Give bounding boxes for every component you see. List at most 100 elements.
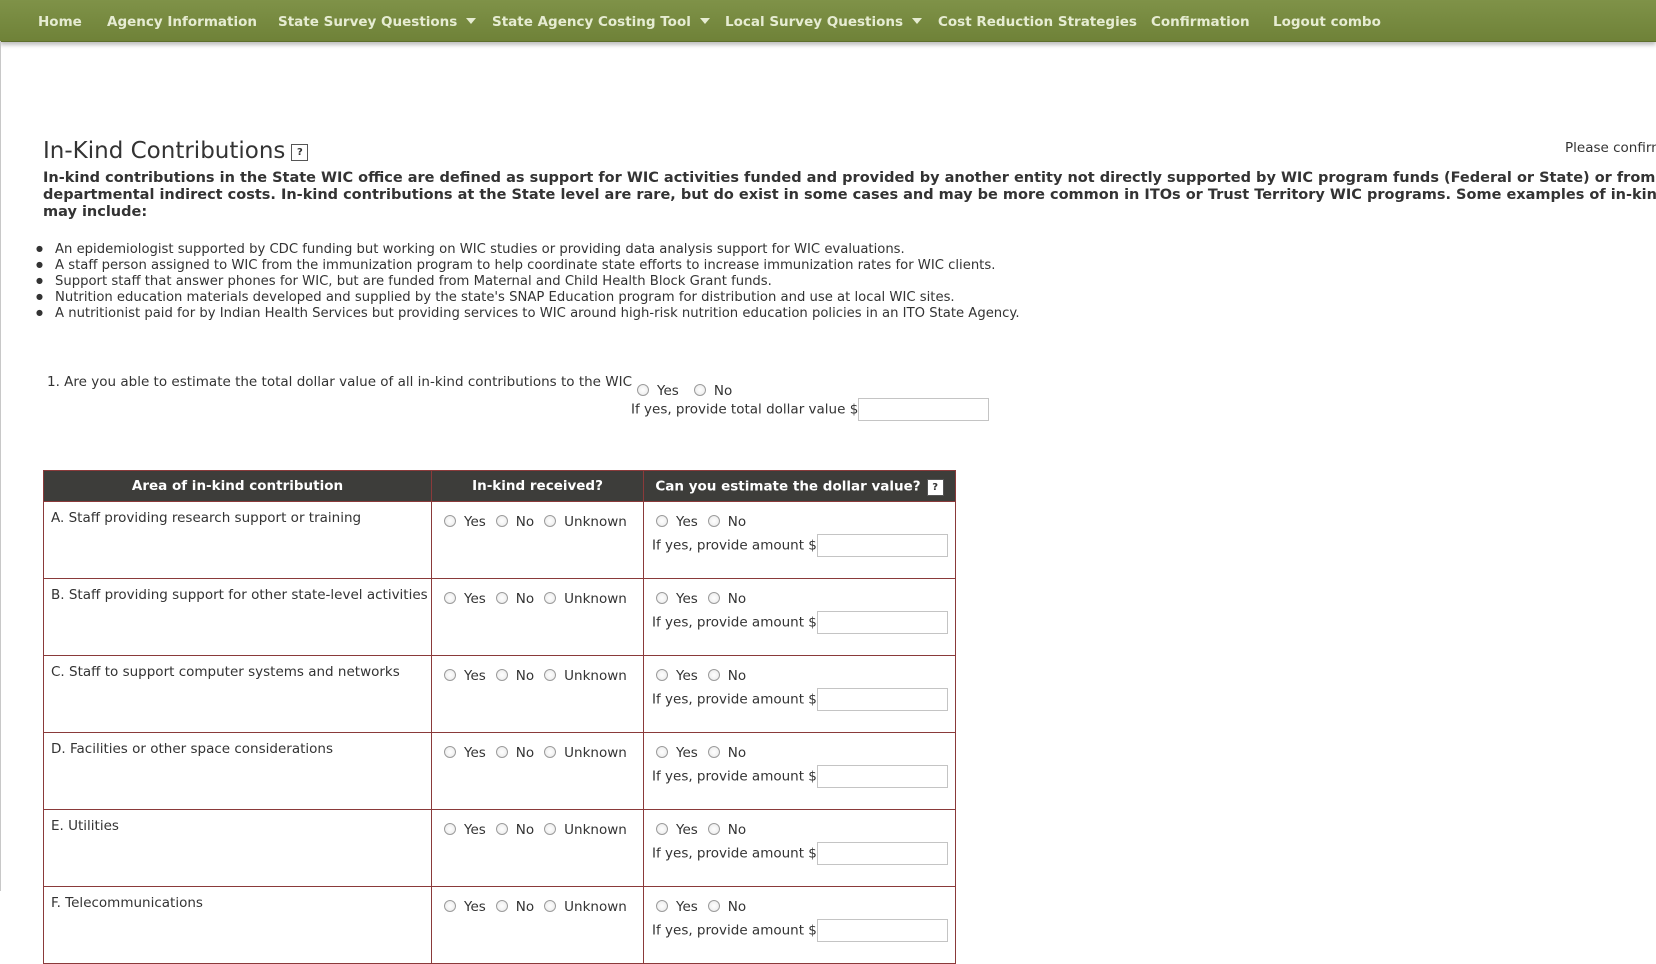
nav-confirmation[interactable]: Confirmation bbox=[1151, 14, 1250, 30]
header-area: Area of in-kind contribution bbox=[43, 470, 432, 502]
amount-label: If yes, provide amount $ bbox=[652, 537, 817, 554]
q1-yes-label: Yes bbox=[657, 383, 679, 399]
received-no-radio[interactable] bbox=[495, 669, 508, 681]
nav-label: State Survey Questions bbox=[278, 14, 458, 30]
table-row: C. Staff to support computer systems and… bbox=[43, 655, 956, 733]
received-unknown-radio[interactable] bbox=[544, 900, 557, 912]
estimate-yes-radio[interactable] bbox=[656, 823, 668, 835]
list-item: An epidemiologist supported by CDC fundi… bbox=[36, 241, 1020, 257]
nav-label: Local Survey Questions bbox=[725, 14, 904, 30]
received-no-label: No bbox=[515, 899, 535, 915]
estimate-cell: Yes No If yes, provide amount $ bbox=[643, 886, 956, 964]
top-navigation-bar: Home Agency Information State Survey Que… bbox=[0, 0, 1656, 42]
received-yes-radio[interactable] bbox=[444, 592, 456, 604]
received-no-label: No bbox=[515, 591, 535, 607]
nav-home[interactable]: Home bbox=[38, 14, 82, 30]
estimate-yes-radio[interactable] bbox=[656, 900, 668, 912]
amount-input[interactable] bbox=[816, 765, 948, 788]
received-no-label: No bbox=[515, 745, 535, 761]
chevron-down-icon bbox=[912, 18, 923, 24]
area-cell: A. Staff providing research support or t… bbox=[43, 501, 432, 579]
estimate-no-radio[interactable] bbox=[707, 746, 720, 758]
question-1-amount: If yes, provide total dollar value $ bbox=[631, 398, 990, 421]
estimate-cell: Yes No If yes, provide amount $ bbox=[643, 809, 956, 887]
estimate-yes-radio[interactable] bbox=[656, 515, 668, 527]
received-yes-radio[interactable] bbox=[444, 746, 456, 758]
received-yes-radio[interactable] bbox=[444, 823, 456, 835]
estimate-yes-label: Yes bbox=[676, 514, 698, 530]
amount-input[interactable] bbox=[816, 611, 948, 634]
estimate-cell: Yes No If yes, provide amount $ bbox=[643, 578, 956, 656]
help-icon[interactable]: ? bbox=[926, 478, 944, 496]
estimate-no-label: No bbox=[727, 668, 747, 684]
received-no-radio[interactable] bbox=[495, 823, 508, 835]
amount-input[interactable] bbox=[816, 842, 948, 865]
received-unknown-radio[interactable] bbox=[544, 515, 557, 527]
help-icon[interactable]: ? bbox=[291, 144, 309, 161]
area-cell: C. Staff to support computer systems and… bbox=[43, 655, 432, 733]
estimate-yes-label: Yes bbox=[676, 668, 698, 684]
received-yes-label: Yes bbox=[464, 745, 486, 761]
estimate-no-radio[interactable] bbox=[707, 669, 720, 681]
page-left-border bbox=[0, 41, 1, 891]
estimate-no-radio[interactable] bbox=[707, 515, 720, 527]
received-unknown-label: Unknown bbox=[564, 668, 627, 684]
estimate-yes-radio[interactable] bbox=[656, 746, 668, 758]
examples-list: An epidemiologist supported by CDC fundi… bbox=[36, 241, 1020, 321]
list-item: A nutritionist paid for by Indian Health… bbox=[36, 305, 1020, 321]
received-no-radio[interactable] bbox=[495, 515, 508, 527]
received-unknown-label: Unknown bbox=[564, 591, 627, 607]
received-no-radio[interactable] bbox=[495, 900, 508, 912]
received-unknown-radio[interactable] bbox=[544, 823, 557, 835]
received-yes-radio[interactable] bbox=[444, 900, 456, 912]
amount-input[interactable] bbox=[816, 919, 948, 942]
nav-agency-information[interactable]: Agency Information bbox=[107, 14, 257, 30]
chevron-down-icon bbox=[466, 18, 477, 24]
received-no-radio[interactable] bbox=[495, 592, 508, 604]
estimate-no-label: No bbox=[727, 899, 747, 915]
nav-logout[interactable]: Logout combo bbox=[1273, 14, 1381, 30]
received-yes-radio[interactable] bbox=[444, 669, 456, 681]
intro-line: may include: bbox=[43, 204, 148, 220]
received-unknown-radio[interactable] bbox=[544, 592, 557, 604]
received-yes-label: Yes bbox=[464, 668, 486, 684]
intro-paragraph: In-kind contributions in the State WIC o… bbox=[43, 170, 1656, 221]
estimate-no-radio[interactable] bbox=[707, 592, 720, 604]
estimate-yes-label: Yes bbox=[676, 745, 698, 761]
q1-amount-label: If yes, provide total dollar value $ bbox=[631, 401, 859, 418]
received-unknown-label: Unknown bbox=[564, 822, 627, 838]
estimate-yes-label: Yes bbox=[676, 899, 698, 915]
nav-label: State Agency Costing Tool bbox=[492, 14, 691, 30]
header-estimate: Can you estimate the dollar value?? bbox=[643, 470, 956, 502]
estimate-yes-radio[interactable] bbox=[656, 669, 668, 681]
estimate-cell: Yes No If yes, provide amount $ bbox=[643, 501, 956, 579]
estimate-no-radio[interactable] bbox=[707, 823, 720, 835]
table-row: A. Staff providing research support or t… bbox=[43, 501, 956, 579]
q1-amount-input[interactable] bbox=[858, 398, 990, 421]
amount-input[interactable] bbox=[816, 534, 948, 557]
estimate-no-radio[interactable] bbox=[707, 900, 720, 912]
nav-state-agency-costing-tool[interactable]: State Agency Costing Tool bbox=[492, 14, 710, 30]
area-cell: F. Telecommunications bbox=[43, 886, 432, 964]
nav-state-survey-questions[interactable]: State Survey Questions bbox=[278, 14, 477, 30]
received-unknown-radio[interactable] bbox=[544, 669, 557, 681]
received-cell: Yes No Unknown bbox=[431, 732, 644, 810]
in-kind-table: Area of in-kind contribution In-kind rec… bbox=[43, 470, 956, 964]
list-item: Support staff that answer phones for WIC… bbox=[36, 273, 1020, 289]
page-title: In-Kind Contributions? bbox=[43, 138, 309, 164]
estimate-yes-radio[interactable] bbox=[656, 592, 668, 604]
amount-label: If yes, provide amount $ bbox=[652, 691, 817, 708]
confirm-notice: Please confirm bbox=[1565, 140, 1656, 156]
nav-cost-reduction-strategies[interactable]: Cost Reduction Strategies bbox=[938, 14, 1137, 30]
question-1-options: Yes No bbox=[637, 380, 742, 399]
received-yes-radio[interactable] bbox=[444, 515, 456, 527]
received-no-radio[interactable] bbox=[495, 746, 508, 758]
q1-yes-radio[interactable] bbox=[637, 384, 649, 396]
amount-input[interactable] bbox=[816, 688, 948, 711]
nav-local-survey-questions[interactable]: Local Survey Questions bbox=[725, 14, 923, 30]
received-cell: Yes No Unknown bbox=[431, 578, 644, 656]
received-unknown-radio[interactable] bbox=[544, 746, 557, 758]
q1-no-radio[interactable] bbox=[693, 384, 706, 396]
amount-label: If yes, provide amount $ bbox=[652, 845, 817, 862]
estimate-no-label: No bbox=[727, 822, 747, 838]
